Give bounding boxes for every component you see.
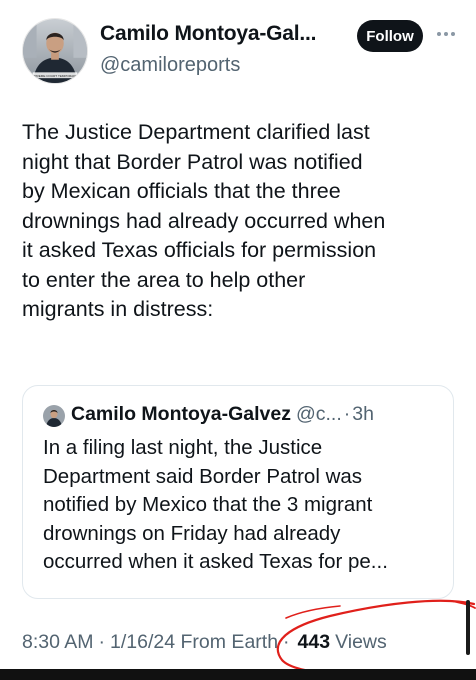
quote-timestamp[interactable]: 3h — [352, 403, 374, 426]
tweet-line: by Mexican officials that the three — [22, 179, 341, 203]
author-display-name[interactable]: Camilo Montoya-Gal... — [100, 22, 317, 46]
more-options-icon[interactable] — [434, 24, 458, 44]
tweet: SUPREME COURT TEMPORARILY Camilo Montoya… — [0, 0, 476, 680]
tweet-body: The Justice Department clarified last ni… — [22, 118, 462, 325]
avatar-caption: SUPREME COURT TEMPORARILY — [30, 74, 80, 78]
tweet-line: night that Border Patrol was notified — [22, 149, 363, 174]
tweet-line: The Justice Department clarified last — [22, 120, 370, 144]
bottom-edge-bar — [0, 669, 476, 680]
quote-separator: · — [343, 403, 351, 425]
views-label: Views — [335, 631, 387, 653]
meta-separator: · — [98, 631, 106, 653]
author-handle[interactable]: @camiloreports — [100, 54, 240, 77]
tweet-date-source[interactable]: 1/16/24 From Earth — [110, 631, 278, 654]
meta-separator: · — [283, 631, 290, 653]
quote-body: In a filing last night, the Justice Depa… — [43, 434, 448, 577]
quote-line: occurred when it asked Texas for pe... — [43, 550, 388, 573]
quote-display-name[interactable]: Camilo Montoya-Galvez — [71, 403, 291, 426]
quote-handle[interactable]: @c... — [296, 403, 342, 426]
quote-line: drownings on Friday had already — [43, 521, 341, 545]
quote-line: Department said Border Patrol was — [43, 464, 363, 488]
quoted-tweet-card[interactable]: Camilo Montoya-Galvez @c... · 3h In a fi… — [22, 385, 454, 599]
tweet-line: migrants in distress: — [22, 297, 214, 321]
quote-header: Camilo Montoya-Galvez @c... · 3h — [71, 403, 374, 426]
avatar-photo-icon: SUPREME COURT TEMPORARILY — [23, 19, 87, 83]
tweet-line: to enter the area to help other — [22, 267, 306, 292]
follow-button[interactable]: Follow — [357, 20, 423, 52]
author-avatar[interactable]: SUPREME COURT TEMPORARILY — [22, 18, 88, 84]
quote-avatar-photo-icon — [43, 405, 65, 427]
tweet-line: drownings had already occurred when — [22, 208, 386, 233]
tweet-time[interactable]: 8:30 AM — [22, 631, 94, 654]
quote-line: notified by Mexico that the 3 migrant — [43, 493, 373, 516]
scrollbar-thumb[interactable] — [466, 600, 470, 655]
quote-avatar[interactable] — [43, 405, 65, 427]
tweet-metadata: 8:30 AM · 1/16/24 From Earth · 443 Views — [22, 631, 387, 654]
views-count[interactable]: 443 — [298, 631, 331, 654]
quote-line: In a filing last night, the Justice — [43, 436, 323, 459]
tweet-line: it asked Texas officials for permission — [22, 238, 377, 262]
